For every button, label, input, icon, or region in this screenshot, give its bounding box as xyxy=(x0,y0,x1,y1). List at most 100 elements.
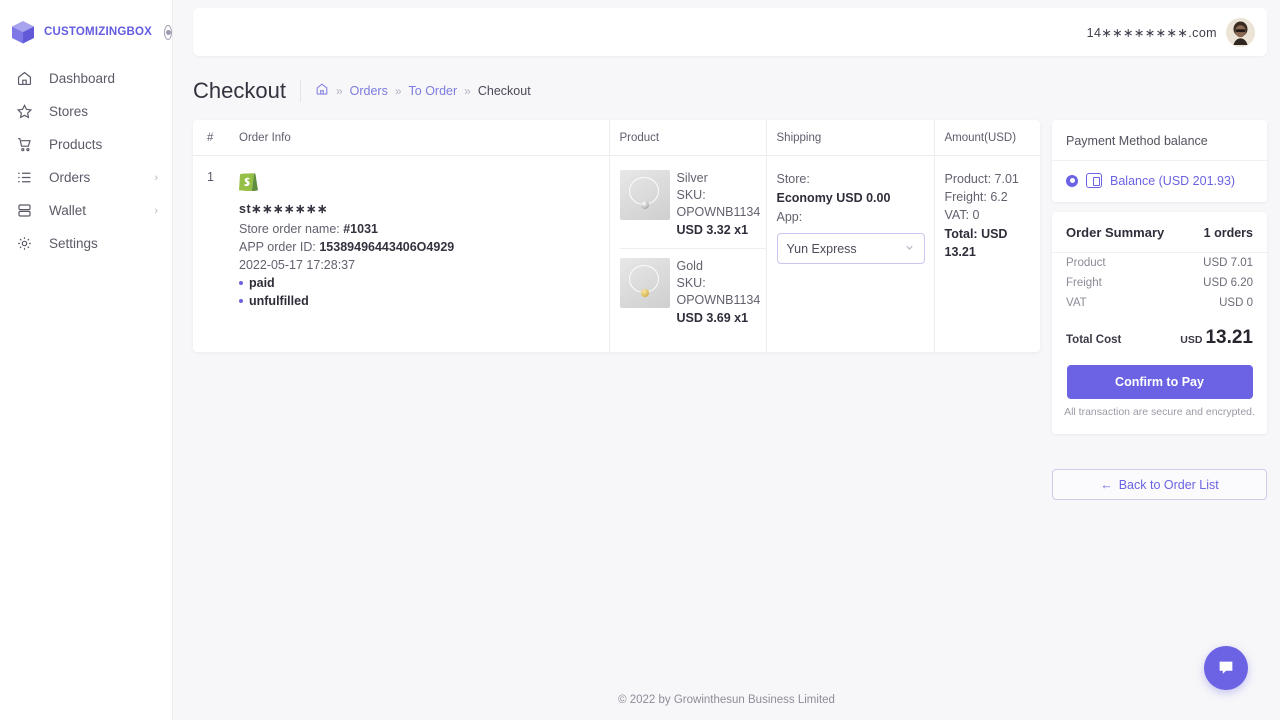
chevron-right-icon: › xyxy=(154,172,158,184)
column-header-product: Product xyxy=(609,120,766,156)
sidebar-nav: Dashboard Stores Products xyxy=(0,62,172,260)
total-cost-row: Total Cost USD13.21 xyxy=(1052,313,1267,355)
sidebar-item-label: Orders xyxy=(49,170,154,185)
confirm-to-pay-button[interactable]: Confirm to Pay xyxy=(1067,365,1253,399)
carrier-select[interactable]: Yun Express xyxy=(777,233,925,264)
store-name: st∗∗∗∗∗∗∗ xyxy=(239,201,609,216)
product-name: Gold xyxy=(677,258,766,275)
sidebar-item-settings[interactable]: Settings xyxy=(0,227,172,260)
status-label: paid xyxy=(249,274,275,292)
summary-row-vat: VAT USD 0 xyxy=(1052,293,1267,313)
shipping-store-label: Store: xyxy=(777,170,934,189)
status-dot-icon xyxy=(239,281,243,285)
column-header-number: # xyxy=(193,120,239,156)
row-number: 1 xyxy=(193,156,239,353)
status-dot-icon xyxy=(239,299,243,303)
chevron-right-icon: › xyxy=(154,205,158,217)
carrier-select-value: Yun Express xyxy=(787,242,857,256)
brand-header[interactable]: CUSTOMIZINGBOX xyxy=(0,0,172,50)
sidebar-item-dashboard[interactable]: Dashboard xyxy=(0,62,172,95)
sidebar-item-orders[interactable]: Orders › xyxy=(0,161,172,194)
sidebar-item-label: Products xyxy=(49,137,158,152)
secure-note: All transaction are secure and encrypted… xyxy=(1052,399,1267,428)
product-meta: Silver SKU: OPOWNB1134 USD 3.32 x1 xyxy=(677,170,766,239)
shopify-icon xyxy=(239,170,258,191)
app-order-id: APP order ID: 15389496443406O4929 xyxy=(239,238,609,256)
breadcrumb-home-icon[interactable] xyxy=(315,82,329,101)
total-cost-value: 13.21 xyxy=(1205,327,1253,348)
order-summary-title: Order Summary xyxy=(1066,225,1164,240)
topbar: 14∗∗∗∗∗∗∗∗.com xyxy=(193,8,1267,56)
summary-value: USD 7.01 xyxy=(1203,257,1253,269)
back-to-order-list-button[interactable]: ← Back to Order List xyxy=(1052,469,1267,500)
store-order-value: #1031 xyxy=(343,222,378,236)
cube-logo-icon xyxy=(10,19,36,45)
cart-icon xyxy=(16,136,36,153)
page-title: Checkout xyxy=(193,78,286,104)
sidebar-item-wallet[interactable]: Wallet › xyxy=(0,194,172,227)
orders-table-card: # Order Info Product Shipping Amount(USD… xyxy=(193,120,1040,352)
column-header-order-info: Order Info xyxy=(239,120,609,156)
order-count-badge: 1 orders xyxy=(1204,226,1253,240)
page-header: Checkout » Orders » To Order » Checkout xyxy=(173,56,1280,104)
summary-value: USD 0 xyxy=(1219,297,1253,309)
summary-row-product: Product USD 7.01 xyxy=(1052,253,1267,273)
back-button-label: Back to Order List xyxy=(1119,478,1219,492)
sidebar-item-label: Dashboard xyxy=(49,71,158,86)
breadcrumb-item-orders[interactable]: Orders xyxy=(350,84,388,98)
product-item: Gold SKU: OPOWNB1134 USD 3.69 x1 xyxy=(620,248,766,336)
chat-bubble-icon[interactable] xyxy=(1204,646,1248,690)
radio-selected-icon[interactable] xyxy=(1066,175,1078,187)
amount-vat: VAT: 0 xyxy=(945,206,1041,224)
checkout-rail: Payment Method balance Balance (USD 201.… xyxy=(1052,120,1267,500)
content-area: # Order Info Product Shipping Amount(USD… xyxy=(173,104,1280,500)
sidebar-item-stores[interactable]: Stores xyxy=(0,95,172,128)
list-icon xyxy=(16,169,36,186)
sidebar-item-label: Wallet xyxy=(49,203,154,218)
status-badge-unfulfilled: unfulfilled xyxy=(239,292,609,310)
table-row: 1 st∗∗∗∗∗∗∗ xyxy=(193,156,1040,353)
order-info-cell: st∗∗∗∗∗∗∗ Store order name: #1031 APP or… xyxy=(239,156,609,353)
total-cost-amount: USD13.21 xyxy=(1180,327,1253,349)
shipping-app-label: App: xyxy=(777,208,934,227)
product-sku: SKU: OPOWNB1134 xyxy=(677,275,766,309)
target-dot-icon[interactable] xyxy=(164,25,172,40)
table-header: # Order Info Product Shipping Amount(USD… xyxy=(193,120,1040,156)
wallet-icon xyxy=(1086,173,1102,188)
breadcrumb-separator: » xyxy=(464,84,471,98)
orders-table: # Order Info Product Shipping Amount(USD… xyxy=(193,120,1040,352)
product-meta: Gold SKU: OPOWNB1134 USD 3.69 x1 xyxy=(677,258,766,327)
breadcrumb-separator: » xyxy=(336,84,343,98)
payment-option-balance[interactable]: Balance (USD 201.93) xyxy=(1052,161,1267,202)
column-header-amount: Amount(USD) xyxy=(934,120,1040,156)
column-header-shipping: Shipping xyxy=(766,120,934,156)
store-order-label: Store order name: xyxy=(239,222,343,236)
database-icon xyxy=(16,202,36,219)
product-item: Silver SKU: OPOWNB1134 USD 3.32 x1 xyxy=(620,170,766,248)
order-summary-header: Order Summary 1 orders xyxy=(1052,212,1267,253)
summary-key: Product xyxy=(1066,257,1106,269)
table-header-row: # Order Info Product Shipping Amount(USD… xyxy=(193,120,1040,156)
sidebar: CUSTOMIZINGBOX Dashboard Stores xyxy=(0,0,173,720)
main-area: 14∗∗∗∗∗∗∗∗.com Checkout » Orders » xyxy=(173,0,1280,720)
summary-value: USD 6.20 xyxy=(1203,277,1253,289)
breadcrumb-item-checkout: Checkout xyxy=(478,84,531,98)
silver-bracelet-thumb xyxy=(620,170,670,220)
total-cost-label: Total Cost xyxy=(1066,334,1121,346)
gear-icon xyxy=(16,235,36,252)
amount-product: Product: 7.01 xyxy=(945,170,1041,188)
total-cost-currency: USD xyxy=(1180,334,1202,346)
breadcrumb-item-to-order[interactable]: To Order xyxy=(409,84,458,98)
avatar[interactable] xyxy=(1226,18,1255,47)
shipping-store-value: Economy USD 0.00 xyxy=(777,189,934,208)
product-price: USD 3.32 x1 xyxy=(677,222,766,239)
sidebar-item-products[interactable]: Products xyxy=(0,128,172,161)
app-order-value: 15389496443406O4929 xyxy=(319,240,454,254)
product-name: Silver xyxy=(677,170,766,187)
product-cell: Silver SKU: OPOWNB1134 USD 3.32 x1 xyxy=(609,156,766,353)
product-price: USD 3.69 x1 xyxy=(677,310,766,327)
footer-text: © 2022 by Growinthesun Business Limited xyxy=(173,694,1280,706)
summary-row-freight: Freight USD 6.20 xyxy=(1052,273,1267,293)
order-summary-card: Order Summary 1 orders Product USD 7.01 … xyxy=(1052,212,1267,434)
shipping-cell: Store: Economy USD 0.00 App: Yun Express xyxy=(766,156,934,353)
